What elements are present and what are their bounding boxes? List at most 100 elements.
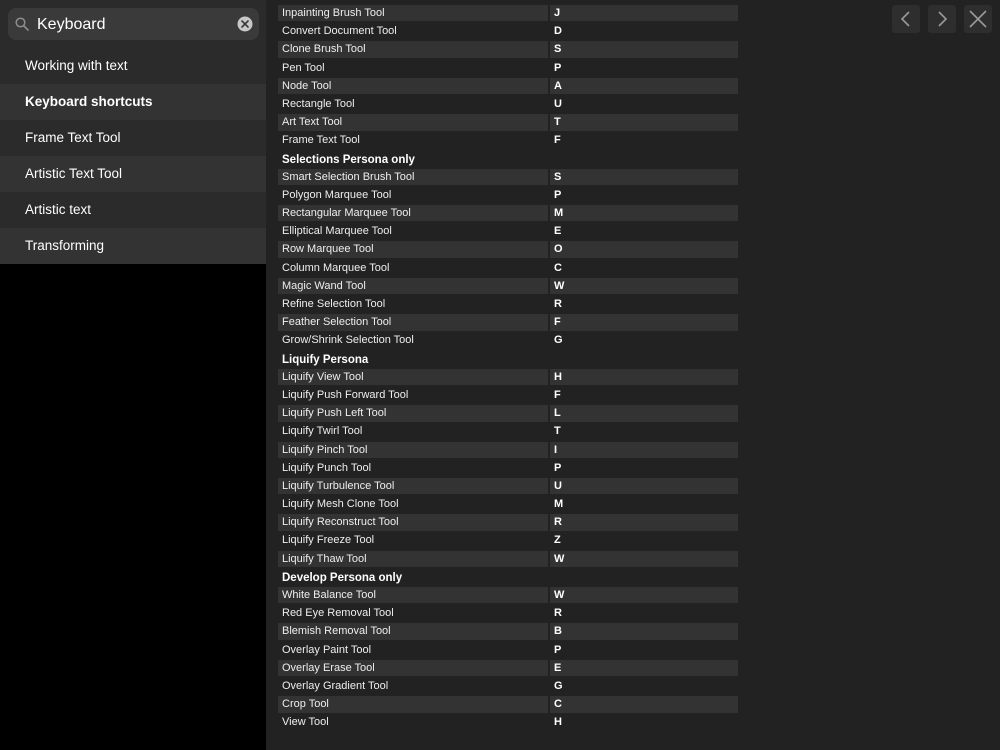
table-row: White Balance Tool W bbox=[278, 587, 738, 604]
shortcut-key: U bbox=[550, 477, 738, 495]
table-row: Elliptical Marquee Tool E bbox=[278, 223, 738, 239]
table-row: Crop Tool C bbox=[278, 696, 738, 713]
shortcut-key: J bbox=[550, 5, 738, 22]
back-button[interactable] bbox=[892, 5, 920, 33]
table-row: Node Tool A bbox=[278, 77, 738, 95]
search-box[interactable] bbox=[8, 8, 259, 40]
shortcut-key: F bbox=[550, 314, 738, 331]
tool-name: Rectangular Marquee Tool bbox=[278, 205, 548, 222]
table-row: Liquify Thaw Tool W bbox=[278, 550, 738, 568]
tool-name: Art Text Tool bbox=[278, 114, 548, 131]
close-icon bbox=[969, 10, 987, 28]
tool-name: Pen Tool bbox=[282, 61, 325, 74]
table-row: Polygon Marquee Tool P bbox=[278, 187, 738, 203]
search-results-list: Working with text Keyboard shortcuts Fra… bbox=[0, 48, 266, 264]
tool-name: Rectangle Tool bbox=[282, 97, 355, 110]
table-row: Smart Selection Brush Tool S bbox=[278, 168, 738, 186]
table-row: Magic Wand Tool W bbox=[278, 277, 738, 295]
shortcut-table: Inpainting Brush Tool J Convert Document T… bbox=[278, 5, 738, 733]
table-row: Feather Selection Tool F bbox=[278, 314, 738, 331]
tool-name: Inpainting Brush Tool bbox=[278, 5, 548, 22]
result-item-working-with-text[interactable]: Working with text bbox=[0, 48, 266, 84]
shortcut-key: G bbox=[554, 334, 563, 347]
shortcut-key: R bbox=[550, 514, 738, 531]
tool-name: Liquify Mesh Clone Tool bbox=[282, 498, 399, 511]
shortcut-key: S bbox=[550, 168, 738, 186]
table-row: Liquify Turbulence Tool U bbox=[278, 477, 738, 495]
tool-name: Overlay Paint Tool bbox=[282, 643, 372, 656]
shortcut-key: P bbox=[554, 461, 562, 474]
shortcut-key: G bbox=[554, 679, 563, 692]
table-row: Overlay Erase Tool E bbox=[278, 659, 738, 677]
tool-name: Liquify View Tool bbox=[278, 368, 548, 386]
table-row: Blemish Removal Tool B bbox=[278, 623, 738, 640]
result-item-artistic-text[interactable]: Artistic text bbox=[0, 192, 266, 228]
tool-name: Liquify Push Left Tool bbox=[278, 405, 548, 422]
tool-name: Grow/Shrink Selection Tool bbox=[282, 334, 414, 347]
result-item-frame-text-tool[interactable]: Frame Text Tool bbox=[0, 120, 266, 156]
section-heading: Selections Persona only bbox=[282, 153, 415, 166]
shortcut-key: S bbox=[550, 41, 738, 58]
table-row: Inpainting Brush Tool J bbox=[278, 5, 738, 22]
tool-name: Red Eye Removal Tool bbox=[282, 607, 394, 620]
shortcut-key: E bbox=[550, 659, 738, 677]
close-button[interactable] bbox=[964, 5, 992, 33]
tool-name: Blemish Removal Tool bbox=[278, 623, 548, 640]
table-row: Overlay Paint Tool P bbox=[278, 642, 738, 658]
forward-button[interactable] bbox=[928, 5, 956, 33]
table-row: View Tool H bbox=[278, 714, 738, 730]
shortcut-key: P bbox=[554, 643, 562, 656]
shortcut-key: F bbox=[554, 134, 561, 147]
table-row: Liquify Punch Tool P bbox=[278, 460, 738, 476]
table-row: Liquify Push Forward Tool F bbox=[278, 387, 738, 403]
shortcut-key: P bbox=[554, 188, 562, 201]
table-row: Liquify Twirl Tool T bbox=[278, 423, 738, 439]
tool-name: Frame Text Tool bbox=[282, 134, 360, 147]
shortcut-key: A bbox=[550, 77, 738, 95]
table-row: Art Text Tool T bbox=[278, 114, 738, 131]
tool-name: Overlay Erase Tool bbox=[278, 659, 548, 677]
section-heading: Liquify Persona bbox=[282, 353, 369, 366]
shortcut-key: W bbox=[550, 587, 738, 604]
result-item-transforming[interactable]: Transforming bbox=[0, 228, 266, 264]
shortcut-key: C bbox=[550, 696, 738, 713]
chevron-right-icon bbox=[938, 11, 948, 27]
tool-name: View Tool bbox=[282, 716, 329, 729]
tool-name: Liquify Pinch Tool bbox=[278, 441, 548, 458]
table-row: Frame Text Tool F bbox=[278, 132, 738, 148]
search-icon bbox=[15, 17, 29, 31]
clear-search-icon[interactable] bbox=[237, 16, 253, 32]
shortcut-key: U bbox=[554, 97, 562, 110]
result-item-keyboard-shortcuts[interactable]: Keyboard shortcuts bbox=[0, 84, 266, 120]
table-row: Pen Tool P bbox=[278, 60, 738, 76]
tool-name: Node Tool bbox=[278, 77, 548, 95]
table-row: Overlay Gradient Tool G bbox=[278, 678, 738, 694]
shortcut-key: F bbox=[554, 388, 561, 401]
tool-name: Magic Wand Tool bbox=[278, 277, 548, 295]
search-input[interactable] bbox=[35, 11, 234, 39]
shortcut-key: C bbox=[554, 261, 562, 274]
table-row: Liquify Pinch Tool I bbox=[278, 441, 738, 458]
result-item-artistic-text-tool[interactable]: Artistic Text Tool bbox=[0, 156, 266, 192]
table-row: Liquify Reconstruct Tool R bbox=[278, 514, 738, 531]
chevron-left-icon bbox=[900, 11, 910, 27]
tool-name: Smart Selection Brush Tool bbox=[278, 168, 548, 186]
shortcut-key: D bbox=[554, 25, 562, 38]
table-row: Liquify Freeze Tool Z bbox=[278, 532, 738, 548]
tool-name: Crop Tool bbox=[278, 696, 548, 713]
table-row: Red Eye Removal Tool R bbox=[278, 605, 738, 621]
sidebar: Working with text Keyboard shortcuts Fra… bbox=[0, 0, 266, 750]
table-row: Refine Selection Tool R bbox=[278, 296, 738, 312]
tool-name: Feather Selection Tool bbox=[278, 314, 548, 331]
tool-name: Refine Selection Tool bbox=[282, 298, 386, 310]
table-row: Liquify Push Left Tool L bbox=[278, 405, 738, 422]
shortcut-key: B bbox=[550, 623, 738, 640]
shortcut-key: T bbox=[550, 114, 738, 131]
tool-name: Liquify Reconstruct Tool bbox=[278, 514, 548, 531]
tool-name: Row Marquee Tool bbox=[278, 241, 548, 258]
shortcut-key: I bbox=[550, 441, 738, 458]
tool-name: Polygon Marquee Tool bbox=[282, 188, 392, 201]
shortcut-key: W bbox=[550, 277, 738, 295]
table-row: Grow/Shrink Selection Tool G bbox=[278, 332, 738, 348]
table-row: Liquify View Tool H bbox=[278, 368, 738, 386]
